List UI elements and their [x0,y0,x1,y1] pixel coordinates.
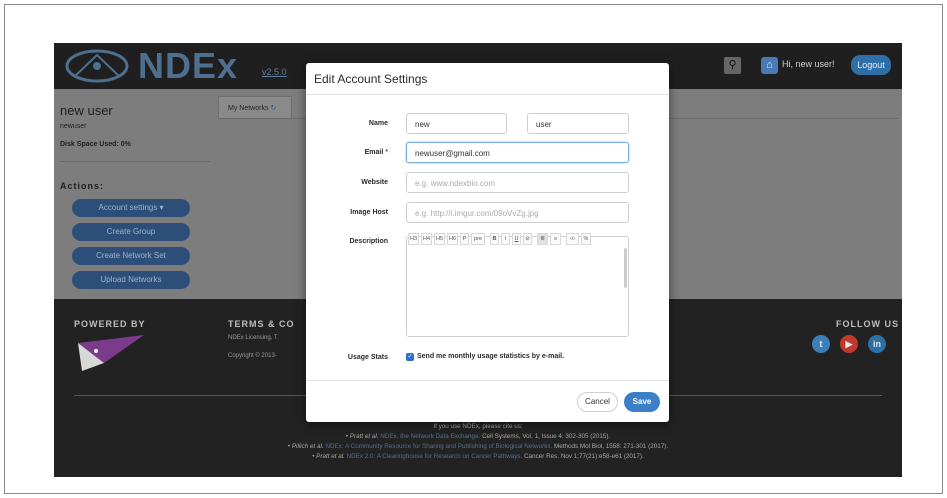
align-left-icon[interactable]: ≣ [537,233,548,245]
create-group-button[interactable]: Create Group [72,223,190,241]
citation-item: • Pratt et al. NDEx, the Network Data Ex… [54,433,902,440]
citation-author: Pillich et al. [291,443,324,450]
required-marker: * [385,149,388,156]
citation-ref: Cell Systems, Vol. 1, Issue 4: 302-305 (… [482,433,611,440]
home-icon[interactable]: ⌂ [761,57,778,74]
powered-by-heading: POWERED BY [74,319,146,329]
h3-button[interactable]: H3 [408,233,419,245]
h6-button[interactable]: H6 [447,233,458,245]
follow-us-heading: FOLLOW US [836,319,899,329]
usage-stats-checkbox[interactable]: ✓ [406,353,414,361]
modal-title: Edit Account Settings [314,72,428,86]
version-link[interactable]: v2.5.0 [262,67,287,77]
usage-stats-checkbox-label[interactable]: Send me monthly usage statistics by e-ma… [417,353,564,360]
bullet: • [345,433,349,440]
bullet: • [312,453,315,460]
citation-ref: Methods Mol Biol, 1558: 271-301 (2017). [554,443,669,450]
email-input[interactable]: newuser@gmail.com [406,142,629,163]
twitter-icon[interactable]: t [812,335,830,353]
citation-link[interactable]: NDEx 2.0: A Clearinghouse for Research o… [347,453,523,460]
modal-header-divider [306,94,669,95]
clear-format-icon[interactable]: ⊘ [523,233,532,245]
citation-link[interactable]: NDEx: A Community Resource for Sharing a… [325,443,552,450]
citation-link[interactable]: NDEx, the Network Data Exchange. [380,433,480,440]
email-label-text: Email [364,149,384,156]
editor-scrollbar[interactable] [624,248,627,288]
underline-button[interactable]: U [512,233,521,245]
description-editor[interactable] [406,236,629,337]
profile-login: newuser [60,123,87,130]
citation-author: Pratt et al. [349,433,379,440]
logo-text[interactable]: NDEx [138,47,238,85]
search-icon[interactable]: ⚲ [724,57,741,74]
first-name-input[interactable]: new [406,113,507,134]
h5-button[interactable]: H5 [434,233,445,245]
screenshot-frame: NDEx v2.5.0 ⚲ ⌂ Hi, new user! Logout new… [4,4,943,494]
youtube-icon[interactable]: ▶ [840,335,858,353]
actions-heading: Actions: [60,181,104,191]
ndex-logo-icon[interactable] [64,47,130,85]
citation-item: • Pillich et al. NDEx: A Community Resou… [54,443,902,450]
disk-space-label: Disk Space Used: 0% [60,141,131,148]
pre-button[interactable]: pre [471,233,485,245]
italic-button[interactable]: I [501,233,510,245]
cite-intro: If you use NDEx, please cite us: [433,423,523,430]
copyright-text: Copyright © 2013- [228,353,277,359]
create-network-set-button[interactable]: Create Network Set [72,247,190,265]
website-input[interactable]: e.g. www.ndexbio.com [406,172,629,193]
email-label: Email * [306,149,388,156]
terms-licensing-link[interactable]: NDEx Licensing, T [228,335,278,341]
h4-button[interactable]: H4 [421,233,432,245]
last-name-input[interactable]: user [527,113,629,134]
html-source-icon[interactable]: ‹/› [566,233,579,245]
bullet: • [287,443,291,450]
account-settings-button[interactable]: Account settings ▾ [72,199,190,217]
cytoscape-logo-icon[interactable] [74,333,146,373]
terms-heading: TERMS & CO [228,319,295,329]
paragraph-button[interactable]: P [460,233,469,245]
upload-networks-button[interactable]: Upload Networks [72,271,190,289]
name-label: Name [368,120,388,127]
description-label: Description [349,238,388,245]
tab-label: My Networks [228,105,269,112]
divider [60,161,210,162]
image-host-label: Image Host [350,209,388,216]
bold-button[interactable]: B [490,233,499,245]
link-icon[interactable]: % [581,233,591,245]
image-host-input[interactable]: e.g. http://i.imgur.com/09oVvZg.jpg [406,202,629,223]
tab-my-networks[interactable]: My Networks ↻ [218,96,292,118]
website-label: Website [361,179,388,186]
align-center-icon[interactable]: ≡ [550,233,561,245]
edit-account-modal: Edit Account Settings Name new user Emai… [306,63,669,422]
linkedin-icon[interactable]: in [868,335,886,353]
usage-stats-label: Usage Stats [347,354,388,361]
citation-author: Pratt et al. [316,453,345,460]
save-button[interactable]: Save [624,392,660,412]
modal-footer-divider [306,380,669,381]
citation-ref: Cancer Res. Nov 1;77(21):e58-e61 (2017). [524,453,644,460]
citation-item: • Pratt et al. NDEx 2.0: A Clearinghouse… [54,453,902,460]
refresh-icon[interactable]: ↻ [270,105,276,112]
user-greeting[interactable]: Hi, new user! [782,59,835,69]
logout-button[interactable]: Logout [851,55,891,75]
profile-name: new user [60,103,113,118]
cancel-button[interactable]: Cancel [577,392,618,412]
